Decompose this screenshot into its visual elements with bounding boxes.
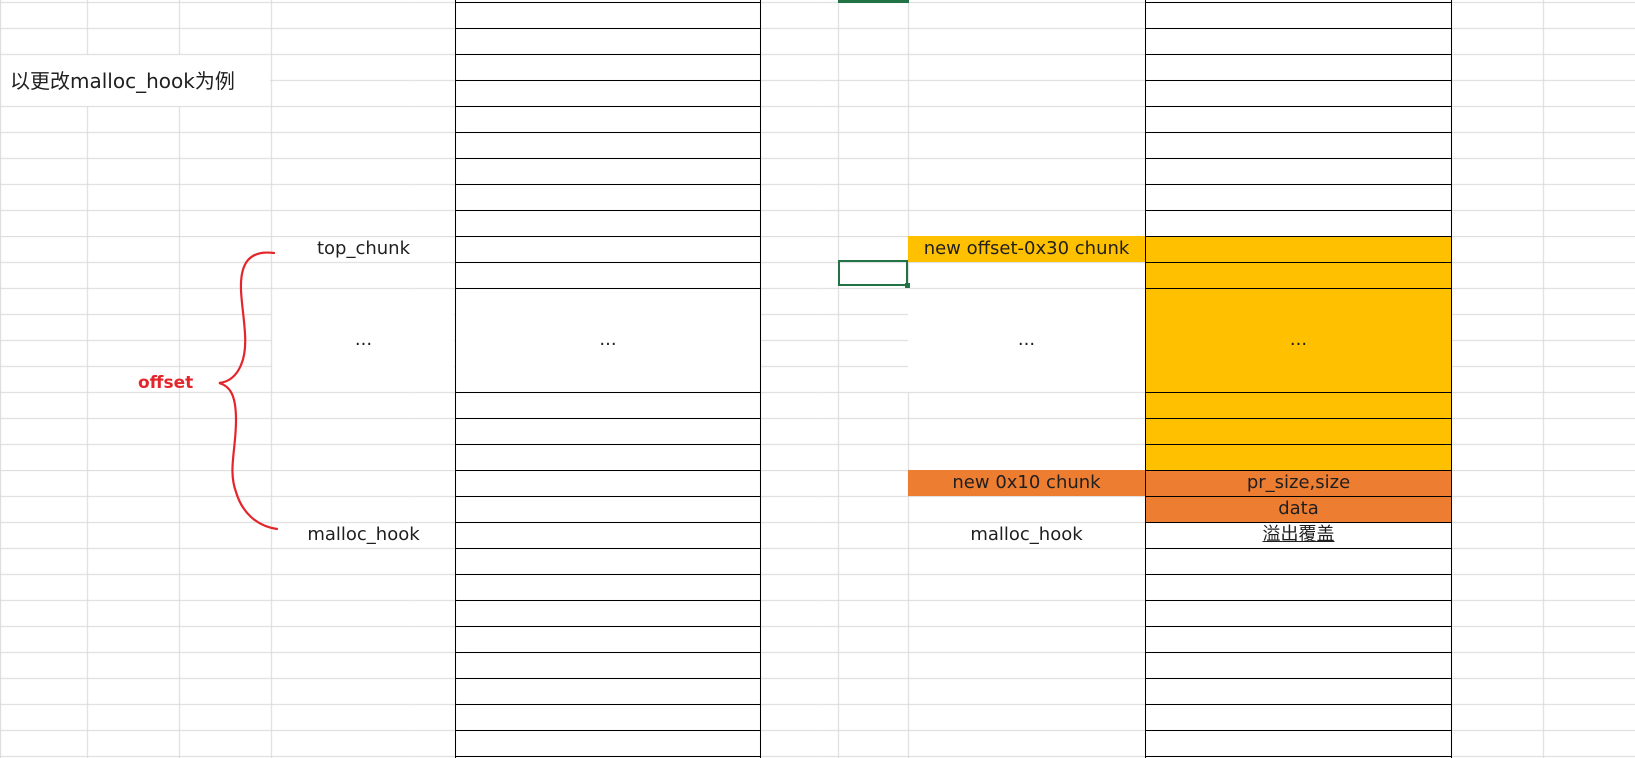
cell-border	[455, 288, 761, 289]
cell-border	[455, 444, 761, 445]
right-malloc-hook-label[interactable]: malloc_hook	[908, 522, 1145, 548]
cell-border	[1145, 392, 1452, 393]
active-column-header-mark	[838, 0, 909, 3]
cell-border	[1145, 132, 1452, 133]
cell-border	[455, 262, 761, 263]
cell-border	[455, 236, 761, 237]
top-chunk-label[interactable]: top_chunk	[272, 236, 455, 262]
cell-border	[1145, 730, 1452, 731]
cell-border	[455, 184, 761, 185]
cell-border	[1145, 106, 1452, 107]
cell-border	[455, 392, 761, 393]
cell-border	[1145, 444, 1452, 445]
cell-border	[1145, 80, 1452, 81]
selected-cell[interactable]	[838, 260, 908, 286]
cell-border	[455, 106, 761, 107]
cell-border	[1145, 158, 1452, 159]
example-note[interactable]: 以更改malloc_hook为例	[10, 68, 235, 94]
cell-border	[1145, 210, 1452, 211]
cell-border	[1145, 600, 1452, 601]
right-ellipsis-label[interactable]: ...	[908, 327, 1145, 353]
left-ellipsis-label[interactable]: ...	[272, 327, 455, 353]
cell-border	[455, 522, 761, 523]
left-ellipsis-cell[interactable]: ...	[456, 327, 760, 353]
cell-border	[455, 158, 761, 159]
cell-border	[455, 600, 761, 601]
spreadsheet[interactable]: 以更改malloc_hook为例 top_chunk ... ... mallo…	[0, 0, 1635, 758]
cell-border	[1145, 548, 1452, 549]
cell-border	[455, 548, 761, 549]
cell-border	[455, 704, 761, 705]
cell-border	[1145, 652, 1452, 653]
cell-border	[1145, 184, 1452, 185]
cell-border	[1145, 262, 1452, 263]
cell-border	[1451, 0, 1452, 758]
cell-border	[455, 132, 761, 133]
cell-border	[1145, 626, 1452, 627]
left-malloc-hook-label[interactable]: malloc_hook	[272, 522, 455, 548]
cell-border	[1145, 704, 1452, 705]
new-small-chunk-label[interactable]: new 0x10 chunk	[908, 470, 1145, 496]
cell-border	[1145, 0, 1146, 758]
cell-border	[455, 730, 761, 731]
cell-border	[1145, 2, 1452, 3]
cell-border	[1145, 288, 1452, 289]
cell-border	[455, 0, 456, 758]
cell-border	[1145, 236, 1452, 237]
cell-border	[455, 2, 761, 3]
cell-border	[760, 0, 761, 758]
cell-border	[455, 210, 761, 211]
cell-border	[455, 652, 761, 653]
new-offset-chunk-label[interactable]: new offset-0x30 chunk	[908, 236, 1145, 262]
cell-border	[455, 678, 761, 679]
cell-border	[455, 756, 761, 757]
cell-border	[1145, 756, 1452, 757]
cell-border	[1145, 418, 1452, 419]
fill-handle[interactable]	[905, 283, 910, 288]
cell-border	[455, 626, 761, 627]
cell-border	[455, 470, 761, 471]
cell-border	[455, 574, 761, 575]
cell-border	[455, 28, 761, 29]
cell-border	[455, 496, 761, 497]
cell-border	[455, 418, 761, 419]
right-ellipsis-cell[interactable]: ...	[1146, 327, 1451, 353]
cell-border	[455, 54, 761, 55]
overflow-overwrite-cell[interactable]: 溢出覆盖	[1146, 522, 1451, 548]
chunk-header-cell[interactable]: pr_size,size	[1146, 470, 1451, 496]
cell-border	[1145, 54, 1452, 55]
cell-border	[1145, 678, 1452, 679]
allocated-chunk-fill	[1145, 236, 1451, 470]
cell-border	[455, 80, 761, 81]
cell-border	[1145, 28, 1452, 29]
chunk-data-cell[interactable]: data	[1146, 496, 1451, 522]
offset-label: offset	[138, 373, 194, 393]
cell-border	[1145, 574, 1452, 575]
